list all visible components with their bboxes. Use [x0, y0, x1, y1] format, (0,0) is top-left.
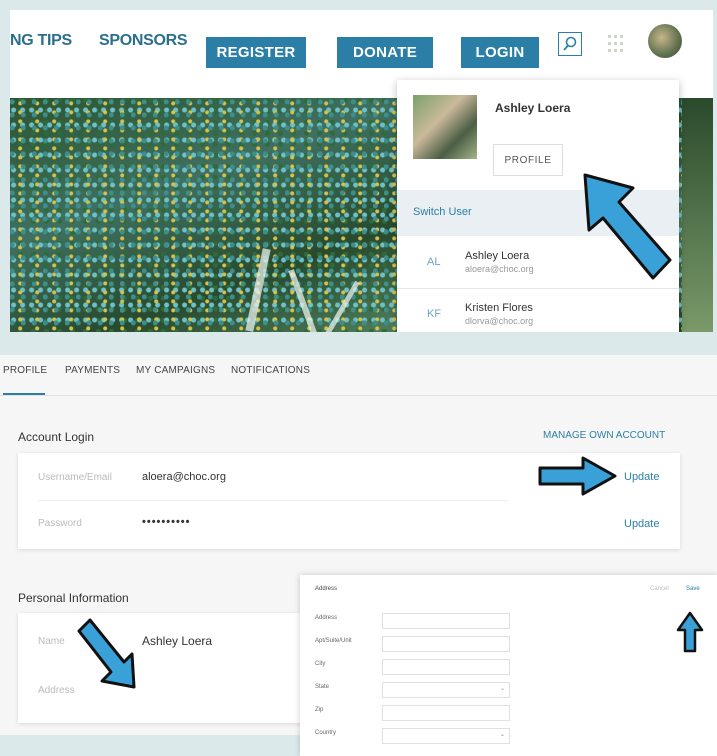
password-value: •••••••••• — [142, 516, 191, 528]
address-label: Address — [38, 685, 75, 696]
name-value: Ashley Loera — [142, 634, 213, 648]
personal-info-card: Name Ashley Loera Address — [18, 613, 318, 723]
tab-notifications[interactable]: NOTIFICATIONS — [231, 365, 310, 376]
field-label: State — [315, 684, 330, 690]
tab-payments[interactable]: PAYMENTS — [65, 365, 120, 376]
field-label: Country — [315, 730, 337, 736]
switch-user-label: Switch User — [413, 206, 472, 218]
update-password-link[interactable]: Update — [624, 518, 659, 530]
switch-user-item[interactable]: KF Kristen Flores dlorva@choc.org — [397, 288, 679, 332]
chevron-down-icon: ⌄ — [499, 686, 505, 692]
address-form: Address Cancel Save Address Apt/Suite/Un… — [300, 575, 717, 756]
user-photo — [413, 95, 477, 159]
tab-divider — [0, 395, 717, 396]
search-button[interactable] — [558, 32, 582, 56]
dropdown-user-name: Ashley Loera — [495, 101, 571, 115]
field-label: City — [315, 661, 326, 667]
account-login-title: Account Login — [18, 430, 95, 444]
update-username-link[interactable]: Update — [624, 471, 659, 483]
password-label: Password — [38, 518, 82, 529]
nav-link-tips[interactable]: NG TIPS — [10, 32, 72, 50]
cancel-link[interactable]: Cancel — [650, 586, 669, 592]
grid-icon[interactable] — [607, 34, 625, 54]
address-form-title: Address — [315, 586, 338, 592]
user-item-name: Ashley Loera — [465, 250, 530, 262]
site-header-panel: NG TIPS SPONSORS REGISTER DONATE LOGIN A… — [10, 10, 713, 332]
login-button[interactable]: LOGIN — [461, 37, 539, 68]
save-link[interactable]: Save — [686, 586, 700, 592]
name-label: Name — [38, 636, 65, 647]
user-initials: KF — [427, 308, 442, 320]
username-label: Username/Email — [38, 472, 112, 483]
donate-button[interactable]: DONATE — [337, 37, 433, 68]
user-initials: AL — [427, 256, 441, 268]
nav-link-sponsors[interactable]: SPONSORS — [99, 32, 188, 50]
user-item-email: aloera@choc.org — [465, 264, 534, 274]
avatar[interactable] — [648, 24, 682, 58]
annotation-arrow-icon — [583, 173, 672, 280]
annotation-arrow-icon — [538, 456, 617, 496]
zip-input[interactable] — [382, 705, 510, 721]
country-select[interactable]: ⌄ — [382, 728, 510, 744]
search-icon — [563, 36, 577, 51]
annotation-arrow-icon — [676, 611, 704, 653]
register-button[interactable]: REGISTER — [206, 37, 306, 68]
chevron-down-icon: ⌄ — [499, 732, 505, 738]
user-item-email: dlorva@choc.org — [465, 316, 534, 326]
field-label: Zip — [315, 707, 324, 713]
username-value: aloera@choc.org — [142, 471, 226, 483]
state-select[interactable]: ⌄ — [382, 682, 510, 698]
field-label: Address — [315, 615, 338, 621]
field-label: Apt/Suite/Unit — [315, 638, 352, 644]
annotation-arrow-icon — [77, 618, 136, 689]
field-divider — [38, 500, 508, 501]
address-input[interactable] — [382, 613, 510, 629]
apt-input[interactable] — [382, 636, 510, 652]
personal-info-title: Personal Information — [18, 591, 129, 605]
user-item-name: Kristen Flores — [465, 302, 533, 314]
tab-my-campaigns[interactable]: MY CAMPAIGNS — [136, 365, 215, 376]
city-input[interactable] — [382, 659, 510, 675]
profile-button[interactable]: PROFILE — [493, 144, 563, 176]
manage-account-link[interactable]: MANAGE OWN ACCOUNT — [543, 430, 665, 441]
tab-profile[interactable]: PROFILE — [3, 365, 47, 376]
